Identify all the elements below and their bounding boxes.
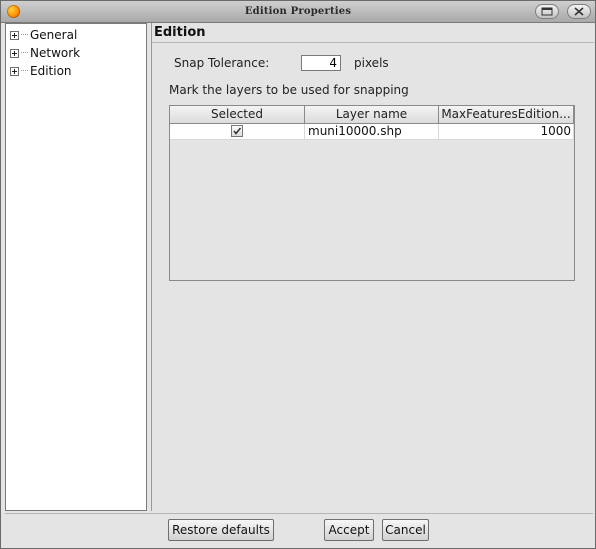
plus-expander-icon[interactable]	[10, 66, 19, 76]
restore-defaults-button[interactable]: Restore defaults	[168, 519, 274, 541]
tree-item-label: Network	[30, 46, 81, 60]
selected-cell[interactable]	[170, 124, 305, 140]
plus-expander-icon[interactable]	[10, 48, 19, 58]
column-header-max-features[interactable]: MaxFeaturesEdition...	[439, 106, 574, 124]
title-divider	[152, 42, 594, 43]
snap-tolerance-input[interactable]	[301, 55, 341, 71]
window-title: Edition Properties	[244, 6, 352, 17]
checkmark-icon	[233, 127, 242, 135]
accept-button[interactable]: Accept	[324, 519, 374, 541]
edition-properties-window: Edition Properties General Network Editi…	[0, 0, 596, 549]
column-header-selected[interactable]: Selected	[170, 106, 305, 124]
panel-title: Edition	[154, 25, 206, 40]
footer-divider	[5, 513, 593, 514]
tree-item-general[interactable]: General	[10, 26, 77, 44]
tree-item-label: Edition	[30, 64, 72, 78]
layer-selected-checkbox[interactable]	[231, 125, 243, 137]
column-header-layer-name[interactable]: Layer name	[305, 106, 439, 124]
tree-connector	[21, 34, 28, 36]
tree-connector	[21, 52, 28, 54]
edition-panel: Edition Snap Tolerance: pixels Mark the …	[151, 23, 594, 511]
close-icon	[574, 7, 584, 16]
title-bar[interactable]: Edition Properties	[1, 1, 595, 23]
snapping-layers-table: Selected Layer name MaxFeaturesEdition..…	[169, 105, 575, 281]
cancel-button[interactable]: Cancel	[382, 519, 429, 541]
max-features-cell[interactable]: 1000	[439, 124, 574, 140]
tree-item-network[interactable]: Network	[10, 44, 80, 62]
table-row[interactable]: muni10000.shp 1000	[170, 124, 574, 140]
table-header: Selected Layer name MaxFeaturesEdition..…	[170, 106, 574, 124]
maximize-button[interactable]	[535, 4, 559, 19]
tree-item-edition[interactable]: Edition	[10, 62, 72, 80]
close-button[interactable]	[567, 4, 591, 19]
snap-tolerance-label: Snap Tolerance:	[174, 56, 270, 70]
preferences-tree: General Network Edition	[5, 23, 147, 511]
snapping-layers-label: Mark the layers to be used for snapping	[169, 83, 409, 97]
maximize-icon	[541, 7, 553, 16]
tree-item-label: General	[30, 28, 78, 42]
tree-connector	[21, 70, 28, 72]
plus-expander-icon[interactable]	[10, 30, 19, 40]
snap-unit-label: pixels	[354, 56, 389, 70]
layer-name-cell[interactable]: muni10000.shp	[305, 124, 439, 140]
